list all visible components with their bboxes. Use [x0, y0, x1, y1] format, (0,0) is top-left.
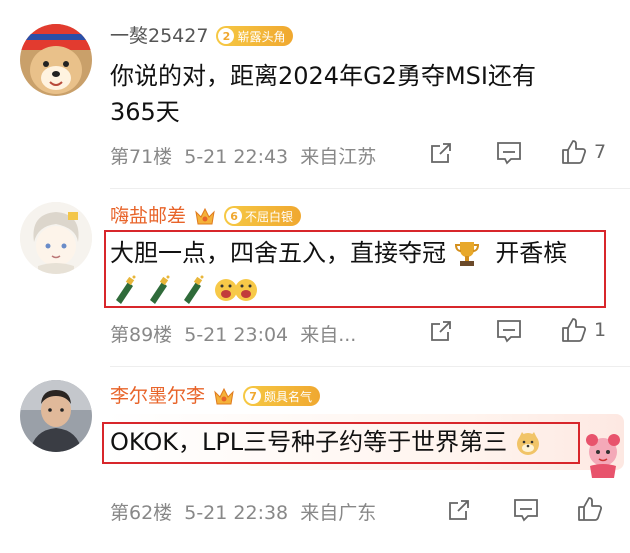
timestamp: 5-21 23:04	[184, 324, 289, 346]
comment-meta: 第62楼 5-21 22:38 来自广东	[110, 498, 376, 525]
comment-icon	[514, 499, 538, 522]
like-count: 1	[594, 319, 607, 341]
level-badge: 2 崭露头角	[216, 26, 294, 46]
reply-button[interactable]	[512, 497, 540, 523]
username[interactable]: 嗨盐邮差	[110, 204, 186, 228]
champagne-icon	[184, 275, 204, 304]
floor-number: 第62楼	[110, 502, 173, 524]
comment-meta: 第89楼 5-21 23:04 来自...	[110, 320, 356, 347]
username[interactable]: 一獒25427	[110, 24, 208, 48]
crown-icon	[195, 207, 215, 225]
share-icon	[431, 143, 451, 163]
timestamp: 5-21 22:43	[184, 146, 289, 168]
like-icon	[562, 140, 587, 164]
location: 来自...	[300, 324, 357, 346]
level-badge: 7 颇具名气	[243, 386, 321, 406]
like-icon	[578, 497, 603, 521]
champagne-icon	[116, 275, 136, 304]
comment-meta: 第71楼 5-21 22:43 来自江苏	[110, 142, 376, 169]
like-button[interactable]: 7	[560, 138, 606, 166]
reply-button[interactable]	[495, 140, 523, 166]
location: 来自江苏	[300, 146, 377, 168]
like-count: 7	[594, 141, 607, 163]
comment-text: 你说的对，距离2024年G2勇夺MSI还有 365天	[110, 62, 536, 126]
trophy-icon	[454, 242, 479, 266]
crown-icon	[214, 387, 234, 405]
avatar[interactable]	[20, 380, 92, 452]
share-button[interactable]	[446, 497, 472, 523]
floor-number: 第71楼	[110, 146, 173, 168]
like-icon	[562, 318, 587, 342]
like-button[interactable]: 1	[560, 316, 606, 344]
level-badge: 6 不屈白银	[224, 206, 302, 226]
cheering-emoji-icon	[215, 279, 257, 301]
share-icon	[449, 500, 469, 520]
comment-icon	[497, 320, 521, 343]
avatar[interactable]	[20, 24, 92, 96]
avatar[interactable]	[20, 202, 92, 274]
comment-icon	[497, 142, 521, 165]
divider	[110, 366, 630, 367]
doge-emoji-icon	[516, 432, 539, 455]
floor-number: 第89楼	[110, 324, 173, 346]
timestamp: 5-21 22:38	[184, 502, 289, 524]
champagne-icon	[150, 275, 170, 304]
share-button[interactable]	[428, 318, 454, 344]
divider	[110, 188, 630, 189]
like-button[interactable]	[576, 495, 604, 523]
username[interactable]: 李尔墨尔李	[110, 384, 205, 408]
comment-text: 大胆一点，四舍五入，直接夺冠 开香槟	[110, 235, 610, 307]
share-icon	[431, 321, 451, 341]
comment-text: OKOK，LPL三号种子约等于世界第三	[110, 424, 590, 460]
sticker-icon	[586, 434, 620, 478]
location: 来自广东	[300, 502, 377, 524]
share-button[interactable]	[428, 140, 454, 166]
reply-button[interactable]	[495, 318, 523, 344]
